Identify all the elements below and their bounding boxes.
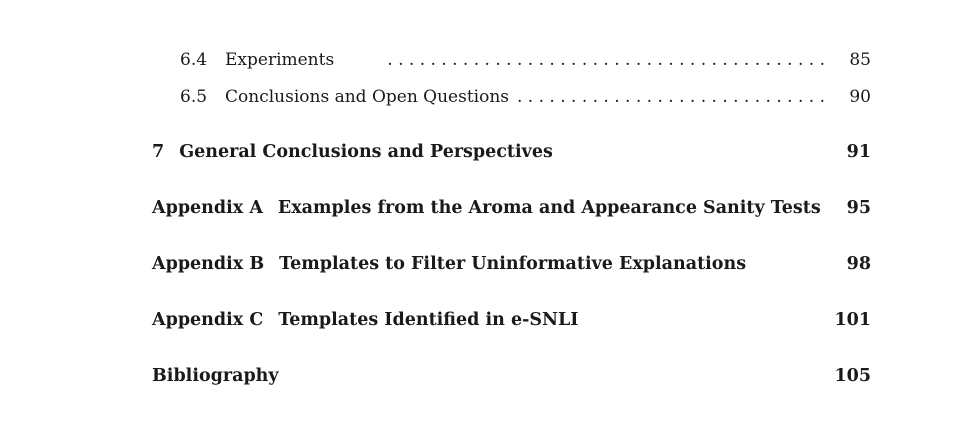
- bibliography-title: Bibliography: [152, 366, 279, 386]
- appendix-title: Templates to Filter Uninformative Explan…: [279, 254, 747, 274]
- section-number: 6.4: [180, 50, 208, 70]
- appendix-label: Appendix B: [152, 254, 265, 274]
- appendix-page-number: 95: [846, 198, 871, 218]
- section-title: Experiments: [225, 50, 335, 70]
- chapter-page-number: 91: [846, 142, 871, 162]
- section-page-number: 90: [849, 87, 871, 107]
- chapter-title: General Conclusions and Perspectives: [179, 142, 553, 162]
- appendix-page-number: 101: [834, 310, 871, 330]
- bibliography-page-number: 105: [834, 366, 871, 386]
- toc-bibliography: Bibliography 105: [152, 366, 871, 386]
- appendix-label: Appendix A: [152, 198, 263, 218]
- section-page-number: 85: [849, 50, 871, 70]
- toc-chapter-7: 7 General Conclusions and Perspectives 9…: [152, 142, 871, 162]
- toc-appendix-a: Appendix A Examples from the Aroma and A…: [152, 198, 871, 218]
- section-number: 6.5: [180, 87, 208, 107]
- appendix-label: Appendix C: [152, 310, 264, 330]
- toc-appendix-c: Appendix C Templates Identified in e-SNL…: [152, 310, 871, 330]
- toc-section-6-4: 6.4 Experiments . . . . . . . . . . . . …: [180, 50, 871, 70]
- appendix-title: Templates Identified in e-SNLI: [278, 310, 579, 330]
- toc-appendix-b: Appendix B Templates to Filter Uninforma…: [152, 254, 871, 274]
- table-of-contents: 6.4 Experiments . . . . . . . . . . . . …: [0, 0, 968, 422]
- chapter-number: 7: [152, 142, 165, 162]
- dot-leader: . . . . . . . . . . . . . . . . . . . . …: [387, 50, 825, 70]
- dot-leader: . . . . . . . . . . . . . . . . . . . . …: [515, 87, 825, 107]
- appendix-title: Examples from the Aroma and Appearance S…: [277, 198, 821, 218]
- section-title: Conclusions and Open Questions: [225, 87, 510, 107]
- appendix-page-number: 98: [846, 254, 871, 274]
- toc-section-6-5: 6.5 Conclusions and Open Questions . . .…: [180, 87, 871, 107]
